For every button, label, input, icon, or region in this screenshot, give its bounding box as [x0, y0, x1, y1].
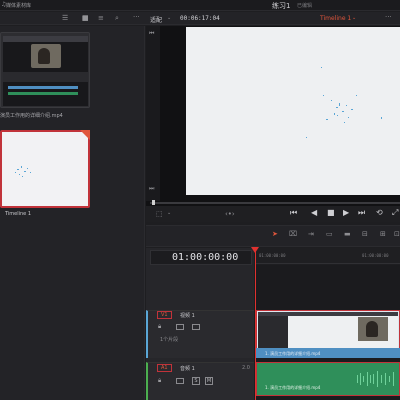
solo-button[interactable]: S	[192, 377, 200, 385]
chevron-down-icon[interactable]: ⌄	[352, 15, 356, 21]
clip-label: 演员工作用的详细介绍.mp4	[0, 113, 63, 119]
snap-icon[interactable]: ⊡	[394, 230, 400, 238]
lock-icon[interactable]: 🔒︎	[158, 323, 161, 331]
overwrite-clip-icon[interactable]: ▬	[344, 230, 351, 238]
top-bar	[0, 0, 400, 11]
chevron-down-icon[interactable]: ⌄	[167, 15, 171, 21]
audio-clip-label: 1. 演员工作用的详细介绍.mp4	[265, 385, 321, 390]
goto-start-icon[interactable]: ⏮	[149, 30, 154, 38]
video-clip-thumbnail	[258, 312, 398, 348]
mute-button[interactable]: M	[205, 377, 213, 385]
play-icon[interactable]: ▶	[343, 208, 349, 217]
track-enable-icon[interactable]	[192, 324, 200, 330]
insert-clip-icon[interactable]: ▭	[326, 230, 333, 238]
scrubber-handle[interactable]	[152, 200, 155, 205]
lock-icon[interactable]: 🔒︎	[158, 377, 161, 385]
playhead[interactable]	[255, 248, 256, 400]
blade-tool-icon[interactable]: ⇥	[308, 230, 314, 238]
list-detail-icon[interactable]: ≡	[98, 14, 104, 22]
clip-label: Timeline 1	[5, 211, 32, 217]
timeline-clip-thumbnail[interactable]	[0, 130, 90, 208]
step-back-icon[interactable]: ◀	[311, 208, 317, 217]
track-badge-a1[interactable]: A1	[157, 364, 172, 372]
list-view-icon[interactable]: ☰	[62, 14, 68, 22]
goto-end-icon[interactable]: ⏭	[149, 185, 154, 193]
track-name: 视频 1	[180, 313, 195, 319]
auto-select-icon[interactable]	[176, 378, 184, 384]
crop-icon[interactable]: ⬚	[156, 210, 163, 218]
goto-last-frame-icon[interactable]: ⏭	[358, 208, 365, 218]
track-name: 音频 1	[180, 366, 195, 372]
loop-playback-icon[interactable]: ⟲	[376, 208, 383, 217]
timeline-timecode: 01:00:00:00	[172, 252, 239, 263]
replace-clip-icon[interactable]: ⊟	[362, 230, 368, 238]
track-badge-v1[interactable]: V1	[157, 311, 172, 319]
source-timecode: 00:06:17:04	[180, 15, 220, 22]
viewer-sidebar	[146, 26, 160, 201]
grid-view-icon[interactable]: ▦	[82, 14, 89, 22]
media-pool-title: 媒体素材库	[6, 3, 32, 9]
viewer-scrubber[interactable]	[150, 202, 400, 204]
loop-icon[interactable]: ‹•›	[225, 210, 235, 218]
search-icon[interactable]: ⌕	[115, 14, 119, 23]
zoom-fit-dropdown[interactable]: 适配	[150, 15, 162, 24]
trim-tool-icon[interactable]: ⌧	[289, 230, 297, 238]
fullscreen-icon[interactable]: ⤢	[392, 208, 398, 218]
goto-first-frame-icon[interactable]: ⏮	[290, 208, 297, 218]
selection-tool-icon[interactable]: ➤	[272, 230, 278, 238]
more-options-icon[interactable]: ···	[385, 13, 392, 21]
viewer-frame[interactable]	[186, 27, 400, 195]
track-level: 2.0	[242, 365, 250, 371]
track-clip-count: 1个片段	[160, 337, 179, 343]
ruler-tick-label: 01:00:00:00	[259, 253, 286, 258]
auto-select-icon[interactable]	[176, 324, 184, 330]
more-options-icon[interactable]: ···	[133, 13, 140, 21]
ruler-tick-label: 01:00:08:00	[362, 253, 389, 258]
stop-icon[interactable]: ■	[327, 208, 335, 217]
clip-preview-image	[3, 36, 88, 106]
link-icon[interactable]: ⊞	[380, 230, 386, 238]
edited-label: 已编辑	[297, 3, 313, 9]
project-title: 练习1	[272, 2, 291, 10]
chevron-down-icon[interactable]: ⌄	[167, 210, 171, 216]
timeline-name-dropdown[interactable]: Timeline 1	[320, 15, 351, 22]
video-clip-label: 1. 演员工作用的详细介绍.mp4	[265, 351, 321, 356]
